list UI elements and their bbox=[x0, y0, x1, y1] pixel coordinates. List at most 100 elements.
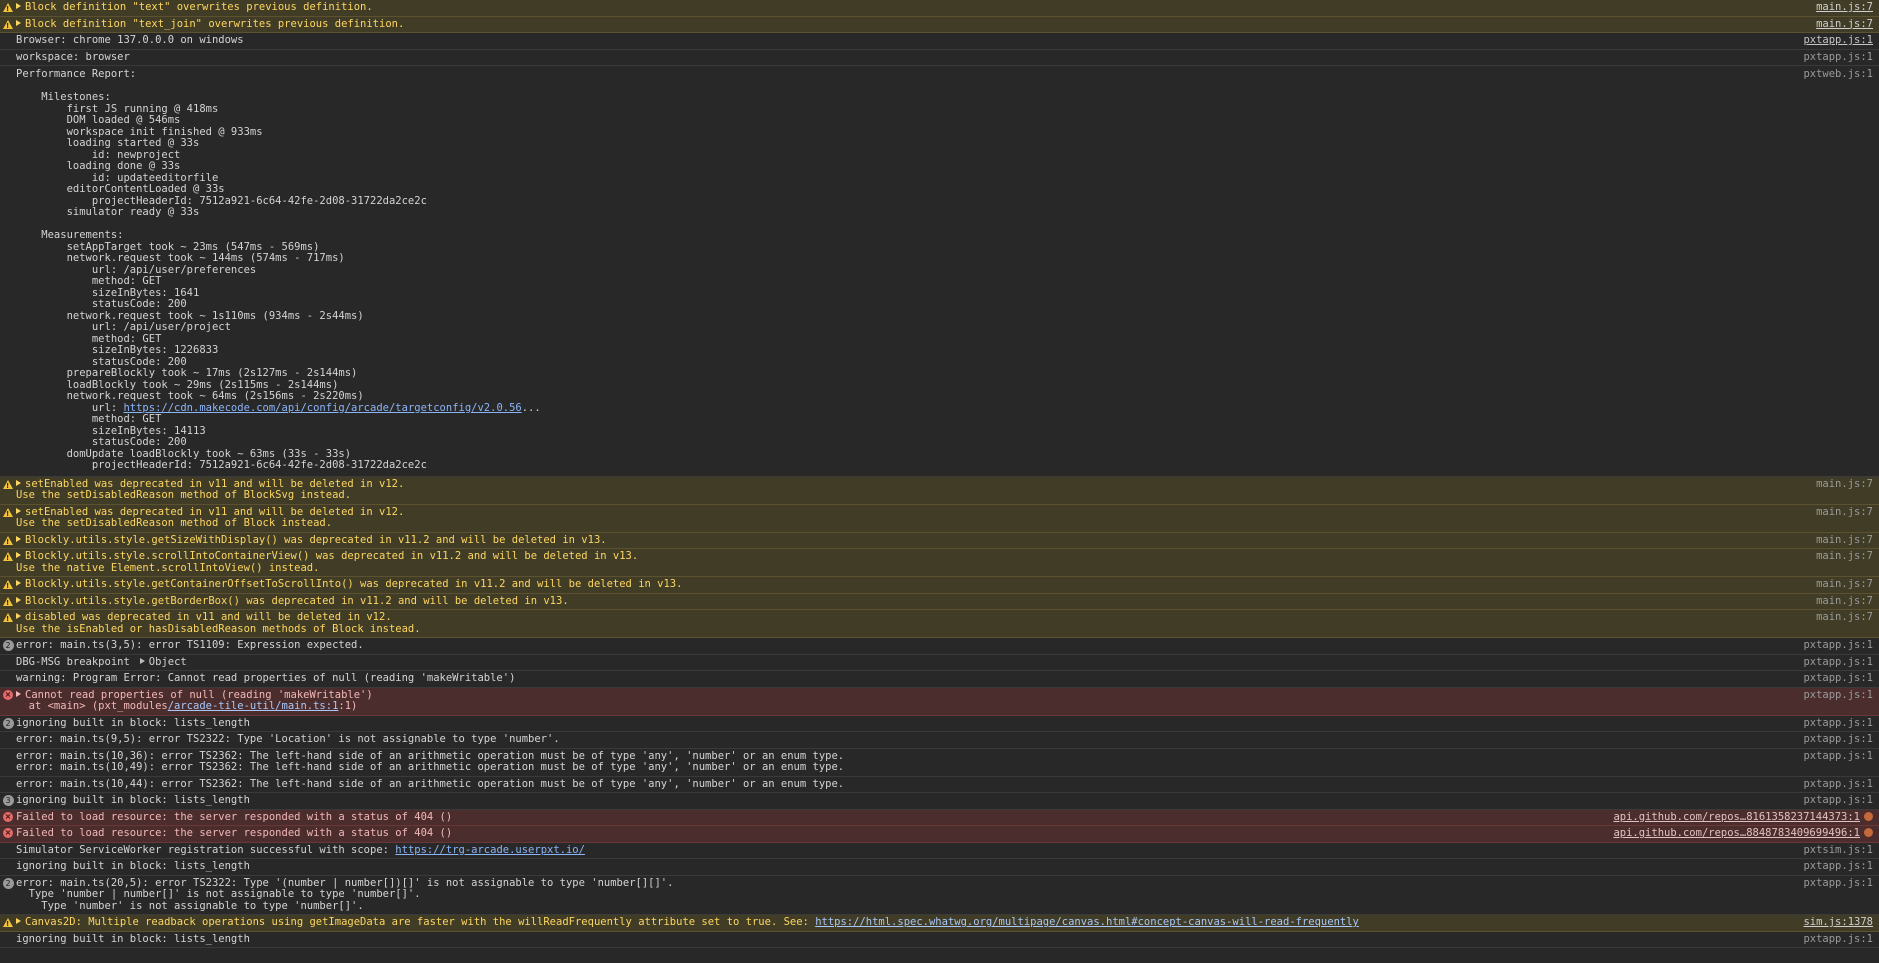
console-message-warn[interactable]: Canvas2D: Multiple readback operations u… bbox=[0, 915, 1879, 932]
console-message-log: DBG-MSG breakpoint Object pxtapp.js:1 bbox=[0, 655, 1879, 671]
source-location-link[interactable]: main.js:7 bbox=[1816, 478, 1873, 491]
message-body: Cannot read properties of null (reading … bbox=[25, 689, 373, 701]
source-location-text[interactable]: main.js:7 bbox=[1816, 550, 1873, 562]
url-ellipsis: ... bbox=[521, 401, 541, 414]
expand-triangle-icon[interactable] bbox=[16, 535, 21, 542]
source-location-link[interactable]: pxtapp.js:1 bbox=[1803, 778, 1873, 791]
source-location-text[interactable]: main.js:7 bbox=[1816, 578, 1873, 590]
source-location-text[interactable]: pxtapp.js:1 bbox=[1803, 733, 1873, 745]
source-location-link[interactable]: pxtapp.js:1 bbox=[1803, 860, 1873, 873]
source-location-text[interactable]: pxtapp.js:1 bbox=[1803, 778, 1873, 790]
source-location-link[interactable]: api.github.com/repos…8848783409699496:1 bbox=[1613, 827, 1873, 840]
source-location-text[interactable]: pxtapp.js:1 bbox=[1803, 639, 1873, 651]
source-location-link[interactable]: pxtapp.js:1 bbox=[1803, 689, 1873, 702]
source-location-text[interactable]: main.js:7 bbox=[1816, 478, 1873, 490]
source-location-text[interactable]: main.js:7 bbox=[1816, 595, 1873, 607]
source-location-text[interactable]: main.js:7 bbox=[1816, 534, 1873, 546]
source-location-link[interactable]: main.js:7 bbox=[1816, 1, 1873, 14]
object-expand-icon[interactable] bbox=[139, 657, 145, 664]
source-location-link[interactable]: main.js:7 bbox=[1816, 506, 1873, 519]
network-request-icon[interactable] bbox=[1864, 828, 1873, 837]
source-location-text[interactable]: pxtapp.js:1 bbox=[1803, 877, 1873, 889]
console-message-warn[interactable]: Block definition "text" overwrites previ… bbox=[0, 0, 1879, 17]
source-location-link[interactable]: main.js:7 bbox=[1816, 534, 1873, 547]
expand-triangle-icon[interactable] bbox=[16, 690, 21, 697]
source-location-text[interactable]: pxtapp.js:1 bbox=[1803, 672, 1873, 684]
source-location-text[interactable]: pxtapp.js:1 bbox=[1803, 689, 1873, 701]
console-message-warn[interactable]: Blockly.utils.style.getSizeWithDisplay()… bbox=[0, 532, 1879, 549]
source-location-link[interactable]: pxtapp.js:1 bbox=[1803, 656, 1873, 669]
source-location-link[interactable]: pxtapp.js:1 bbox=[1803, 51, 1873, 64]
console-message-warn[interactable]: setEnabled was deprecated in v11 and wil… bbox=[0, 504, 1879, 533]
expand-triangle-icon[interactable] bbox=[16, 613, 21, 619]
source-location-text[interactable]: main.js:7 bbox=[1816, 506, 1873, 518]
source-location-text[interactable]: pxtapp.js:1 bbox=[1803, 717, 1873, 729]
source-location-link[interactable]: main.js:7 bbox=[1816, 550, 1873, 563]
source-location-text[interactable]: main.js:7 bbox=[1816, 18, 1873, 30]
message-body: workspace: browser bbox=[16, 51, 130, 63]
expand-triangle-icon[interactable] bbox=[16, 507, 21, 514]
expand-triangle-icon[interactable] bbox=[16, 918, 21, 924]
stack-frame-suffix: :1) bbox=[338, 700, 358, 712]
expand-triangle-icon[interactable] bbox=[16, 580, 21, 586]
object-preview[interactable]: Object bbox=[149, 657, 187, 668]
source-location-link[interactable]: pxtapp.js:1 bbox=[1803, 750, 1873, 763]
source-location-link[interactable]: pxtsim.js:1 bbox=[1803, 844, 1873, 857]
source-location-text[interactable]: pxtapp.js:1 bbox=[1803, 860, 1873, 872]
source-location-text[interactable]: pxtapp.js:1 bbox=[1803, 750, 1873, 762]
source-location-text[interactable]: pxtapp.js:1 bbox=[1803, 34, 1873, 46]
source-location-text[interactable]: pxtapp.js:1 bbox=[1803, 794, 1873, 806]
repeat-count-badge: 2 bbox=[2, 640, 14, 651]
expand-triangle-icon[interactable] bbox=[16, 19, 21, 26]
source-location-link[interactable]: main.js:7 bbox=[1816, 18, 1873, 31]
console-message-warn[interactable]: Blockly.utils.style.scrollIntoContainerV… bbox=[0, 549, 1879, 577]
message-body: error: main.ts(9,5): error TS2322: Type … bbox=[16, 734, 560, 745]
source-location-link[interactable]: sim.js:1378 bbox=[1803, 916, 1873, 929]
message-link[interactable]: https://html.spec.whatwg.org/multipage/c… bbox=[815, 917, 1359, 928]
expand-triangle-icon[interactable] bbox=[16, 479, 21, 486]
source-location-link[interactable]: pxtapp.js:1 bbox=[1803, 639, 1873, 652]
source-location-text[interactable]: pxtsim.js:1 bbox=[1803, 844, 1873, 856]
message-text: Block definition "text_join" overwrites … bbox=[16, 19, 1804, 31]
message-text: error: main.ts(10,44): error TS2362: The… bbox=[16, 779, 1791, 791]
message-body: Failed to load resource: the server resp… bbox=[16, 811, 453, 823]
source-location-link[interactable]: pxtapp.js:1 bbox=[1803, 877, 1873, 890]
source-location-link[interactable]: main.js:7 bbox=[1816, 595, 1873, 608]
console-message-error[interactable]: × Cannot read properties of null (reading… bbox=[0, 687, 1879, 716]
console-message-warn[interactable]: setEnabled was deprecated in v11 and wil… bbox=[0, 476, 1879, 505]
console-message-warn[interactable]: Block definition "text_join" overwrites … bbox=[0, 16, 1879, 33]
source-location-text[interactable]: main.js:7 bbox=[1816, 611, 1873, 623]
source-location-link[interactable]: pxtapp.js:1 bbox=[1803, 34, 1873, 47]
source-location-text[interactable]: pxtapp.js:1 bbox=[1803, 656, 1873, 668]
console-message-warn[interactable]: Blockly.utils.style.getBorderBox() was d… bbox=[0, 593, 1879, 610]
source-location-link[interactable]: pxtweb.js:1 bbox=[1803, 68, 1873, 81]
message-text: Blockly.utils.style.scrollIntoContainerV… bbox=[16, 551, 1804, 574]
stack-frame-link[interactable]: /arcade-tile-util/main.ts:1 bbox=[168, 700, 339, 712]
message-text: ignoring built in block: lists_length bbox=[16, 934, 1791, 946]
source-location-text[interactable]: main.js:7 bbox=[1816, 1, 1873, 13]
source-location-link[interactable]: main.js:7 bbox=[1816, 611, 1873, 624]
expand-triangle-icon[interactable] bbox=[16, 596, 21, 603]
source-location-text[interactable]: pxtweb.js:1 bbox=[1803, 68, 1873, 80]
source-location-link[interactable]: pxtapp.js:1 bbox=[1803, 733, 1873, 746]
source-location-text[interactable]: api.github.com/repos…8848783409699496:1 bbox=[1613, 827, 1860, 839]
source-location-link[interactable]: pxtapp.js:1 bbox=[1803, 933, 1873, 946]
message-text: workspace: browser bbox=[16, 52, 1791, 64]
network-request-icon[interactable] bbox=[1864, 811, 1873, 821]
console-message-warn[interactable]: Blockly.utils.style.getContainerOffsetTo… bbox=[0, 577, 1879, 594]
source-location-link[interactable]: api.github.com/repos…8161358237144373:1 bbox=[1613, 811, 1873, 824]
message-link[interactable]: https://trg-arcade.userpxt.io/ bbox=[395, 845, 585, 856]
source-location-link[interactable]: main.js:7 bbox=[1816, 578, 1873, 591]
expand-triangle-icon[interactable] bbox=[16, 3, 21, 9]
expand-triangle-icon[interactable] bbox=[16, 552, 21, 558]
source-location-text[interactable]: api.github.com/repos…8161358237144373:1 bbox=[1613, 811, 1860, 823]
source-location-link[interactable]: pxtapp.js:1 bbox=[1803, 672, 1873, 685]
source-location-link[interactable]: pxtapp.js:1 bbox=[1803, 717, 1873, 730]
targetconfig-url-link[interactable]: https://cdn.makecode.com/api/config/arca… bbox=[123, 402, 521, 414]
console-message-warn[interactable]: disabled was deprecated in v11 and will … bbox=[0, 610, 1879, 638]
message-text: ignoring built in block: lists_length bbox=[16, 795, 1791, 807]
source-location-text[interactable]: pxtapp.js:1 bbox=[1803, 933, 1873, 945]
source-location-text[interactable]: sim.js:1378 bbox=[1803, 916, 1873, 928]
source-location-text[interactable]: pxtapp.js:1 bbox=[1803, 51, 1873, 63]
source-location-link[interactable]: pxtapp.js:1 bbox=[1803, 794, 1873, 807]
